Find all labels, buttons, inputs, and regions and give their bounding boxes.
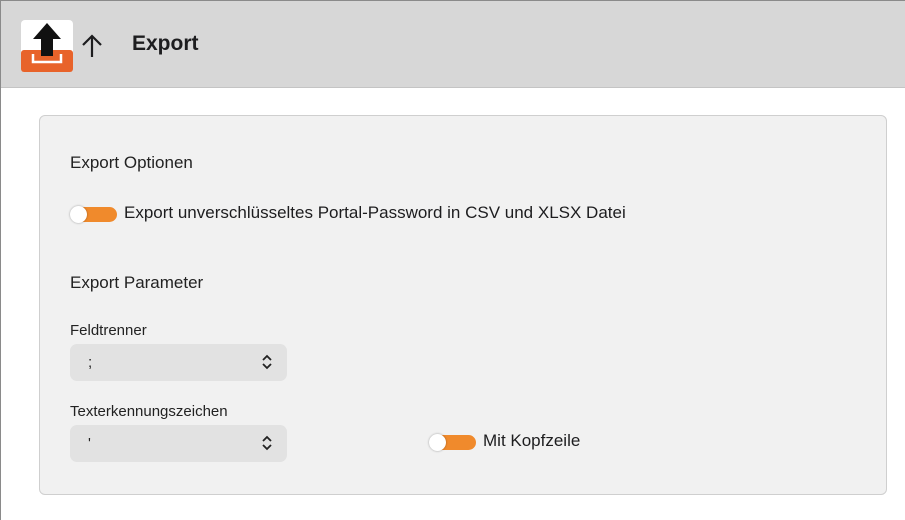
text-qualifier-value: ' bbox=[88, 435, 91, 452]
field-separator-label: Feldtrenner bbox=[70, 322, 147, 339]
export-settings-panel: Export Optionen Export unverschlüsseltes… bbox=[39, 115, 887, 495]
text-qualifier-select[interactable]: ' bbox=[70, 425, 287, 462]
header-row-toggle[interactable] bbox=[429, 434, 476, 451]
chevron-up-down-icon bbox=[261, 434, 273, 452]
field-separator-select[interactable]: ; bbox=[70, 344, 287, 381]
chevron-up-down-icon bbox=[261, 353, 273, 371]
arrow-up-icon[interactable] bbox=[77, 28, 107, 64]
text-qualifier-label: Texterkennungszeichen bbox=[70, 403, 228, 420]
export-app-icon bbox=[21, 20, 73, 72]
header-row-toggle-label: Mit Kopfzeile bbox=[483, 431, 581, 450]
export-parameters-heading: Export Parameter bbox=[70, 273, 204, 292]
unencrypted-password-toggle-label: Export unverschlüsseltes Portal-Password… bbox=[124, 203, 626, 222]
export-options-heading: Export Optionen bbox=[70, 153, 193, 172]
toggle-knob bbox=[70, 206, 87, 223]
toolbar: Export bbox=[1, 1, 905, 88]
export-window: Export Export Optionen Export unverschlü… bbox=[0, 0, 905, 520]
unencrypted-password-toggle[interactable] bbox=[70, 206, 117, 223]
page-title: Export bbox=[132, 32, 199, 55]
toggle-knob bbox=[429, 434, 446, 451]
field-separator-value: ; bbox=[88, 354, 93, 371]
